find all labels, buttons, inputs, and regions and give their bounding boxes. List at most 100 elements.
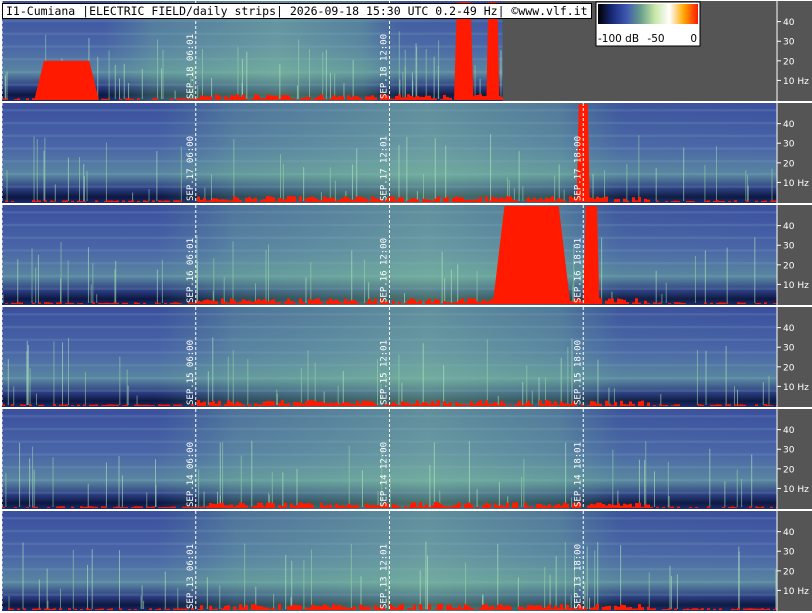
noise-floor — [530, 605, 533, 610]
noise-floor — [767, 608, 770, 610]
noise-floor — [338, 604, 341, 610]
noise-floor — [317, 605, 320, 610]
impulse-line — [589, 597, 591, 609]
noise-floor — [653, 405, 656, 406]
noise-floor — [173, 404, 176, 406]
noise-floor — [128, 609, 131, 610]
noise-floor — [722, 302, 725, 304]
impulse-line — [97, 56, 99, 99]
noise-floor — [20, 404, 23, 406]
noise-floor — [332, 95, 335, 100]
impulse-line — [433, 442, 435, 507]
noise-floor — [176, 404, 179, 406]
noise-floor — [284, 404, 287, 406]
noise-floor — [314, 98, 317, 100]
y-tick-label: 30 — [783, 344, 795, 354]
noise-floor — [89, 506, 92, 508]
noise-floor — [164, 506, 167, 508]
noise-floor — [527, 400, 530, 406]
noise-floor — [56, 302, 59, 304]
noise-floor — [77, 200, 80, 202]
noise-floor — [215, 608, 218, 610]
noise-floor — [281, 400, 284, 406]
noise-floor — [257, 404, 260, 406]
noise-floor — [278, 402, 281, 406]
noise-floor — [170, 98, 173, 100]
noise-floor — [338, 505, 341, 508]
noise-floor — [416, 302, 419, 304]
impulse-line — [136, 395, 138, 405]
noise-floor — [473, 95, 476, 100]
noise-floor — [248, 404, 251, 406]
noise-floor — [101, 506, 104, 508]
noise-floor — [311, 400, 314, 406]
impulse-line — [570, 595, 572, 609]
noise-floor — [551, 608, 554, 610]
noise-floor — [338, 301, 341, 304]
colorbar: -100 dB -50 0 — [595, 1, 701, 47]
noise-floor — [494, 197, 497, 202]
noise-floor — [92, 506, 95, 508]
hour-marker-label: SEP.16 18:01 — [573, 238, 583, 303]
impulse-line — [741, 478, 743, 507]
impulse-line — [329, 72, 331, 99]
noise-floor — [182, 608, 185, 610]
noise-floor — [455, 402, 458, 406]
noise-floor — [350, 97, 353, 100]
noise-floor — [353, 199, 356, 202]
noise-floor — [566, 403, 569, 406]
impulse-line — [738, 551, 740, 609]
noise-floor — [635, 608, 638, 610]
noise-floor — [20, 302, 23, 304]
noise-floor — [536, 503, 539, 508]
noise-floor — [26, 98, 29, 100]
noise-floor — [407, 507, 410, 508]
noise-floor — [623, 605, 626, 610]
noise-floor — [479, 302, 482, 304]
noise-floor — [197, 196, 200, 202]
noise-floor — [74, 608, 77, 610]
noise-floor — [731, 608, 734, 610]
noise-floor — [251, 199, 254, 202]
noise-floor — [146, 200, 149, 202]
noise-floor — [314, 198, 317, 202]
noise-floor — [44, 302, 47, 304]
impulse-line — [7, 359, 9, 405]
noise-floor — [365, 302, 368, 304]
noise-floor — [764, 302, 767, 304]
noise-floor — [467, 298, 470, 304]
noise-floor — [17, 302, 20, 304]
impulse-line — [334, 180, 336, 201]
impulse-line — [202, 49, 204, 99]
noise-floor — [125, 404, 128, 406]
noise-floor — [356, 196, 359, 202]
impulse-line — [303, 560, 305, 609]
noise-floor — [149, 405, 152, 406]
colorbar-ramp — [598, 4, 698, 24]
noise-floor — [284, 95, 287, 100]
noise-floor — [395, 404, 398, 406]
noise-floor — [317, 199, 320, 202]
noise-floor — [32, 200, 35, 202]
impulse-line — [305, 277, 307, 303]
noise-floor — [524, 403, 527, 406]
noise-floor — [764, 404, 767, 406]
noise-floor — [347, 503, 350, 508]
noise-floor — [422, 609, 425, 610]
noise-floor — [365, 503, 368, 508]
noise-floor — [371, 401, 374, 406]
impulse-line — [736, 469, 738, 507]
noise-floor — [458, 300, 461, 304]
noise-floor — [602, 504, 605, 508]
noise-floor — [269, 196, 272, 202]
noise-floor — [725, 302, 728, 304]
impulse-line — [180, 146, 182, 201]
impulse-line — [26, 351, 28, 405]
noise-floor — [317, 298, 320, 304]
impulse-line — [251, 440, 253, 507]
noise-floor — [365, 401, 368, 406]
impulse-line — [197, 85, 199, 99]
impulse-line — [127, 385, 129, 405]
noise-floor — [155, 98, 158, 100]
impulse-line — [655, 168, 657, 201]
